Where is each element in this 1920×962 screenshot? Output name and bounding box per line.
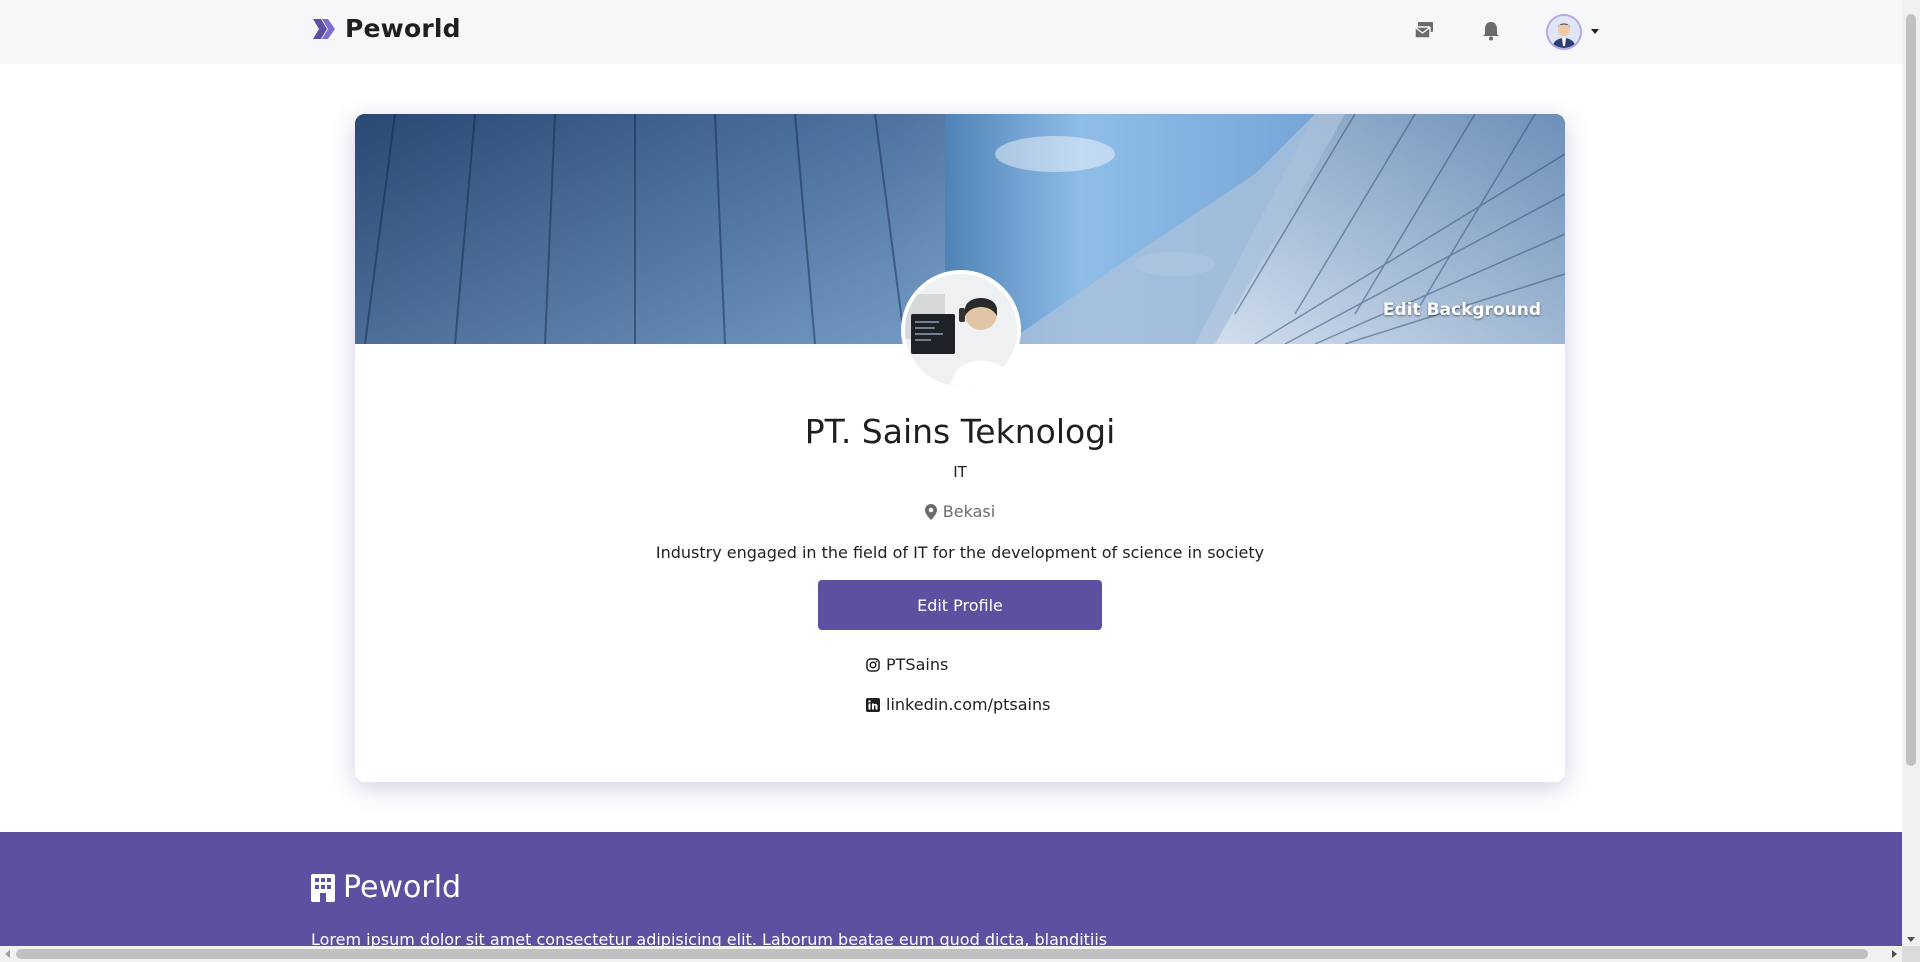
scroll-right-arrow-icon[interactable]: [1892, 950, 1897, 958]
brand-chevrons-icon: [313, 18, 335, 39]
linkedin-url: linkedin.com/ptsains: [886, 695, 1051, 714]
scroll-left-arrow-icon[interactable]: [5, 950, 10, 958]
company-photo-image: [905, 274, 1017, 386]
company-location: Bekasi: [355, 502, 1565, 521]
user-avatar-icon: [1548, 16, 1580, 48]
avatar[interactable]: [1546, 14, 1582, 50]
instagram-handle: PTSains: [886, 655, 949, 674]
edit-background-button[interactable]: Edit Background: [1383, 300, 1541, 320]
company-description: Industry engaged in the field of IT for …: [655, 543, 1265, 562]
footer-brand[interactable]: Peworld: [311, 870, 461, 905]
scrollbar-corner: [1902, 946, 1920, 962]
bell-icon[interactable]: [1478, 18, 1504, 44]
location-text: Bekasi: [942, 502, 996, 521]
company-photo[interactable]: [901, 270, 1021, 390]
footer-description: Lorem ipsum dolor sit amet consectetur a…: [311, 930, 1108, 946]
instagram-icon: [866, 657, 880, 672]
instagram-link[interactable]: PTSains: [866, 655, 948, 674]
vertical-scrollbar-thumb[interactable]: [1906, 14, 1916, 766]
brand-logo[interactable]: Peworld: [311, 14, 461, 43]
brand-name: Peworld: [345, 14, 461, 43]
horizontal-scrollbar-thumb[interactable]: [16, 949, 1868, 959]
horizontal-scrollbar[interactable]: [0, 946, 1902, 962]
mail-icon[interactable]: [1412, 18, 1438, 44]
vertical-scrollbar[interactable]: [1902, 0, 1920, 946]
edit-profile-button[interactable]: Edit Profile: [818, 580, 1102, 630]
navbar: Peworld: [0, 0, 1902, 64]
caret-down-icon[interactable]: [1590, 27, 1600, 35]
profile-card: Edit Background PT. Sains Teknologi IT B…: [355, 114, 1565, 782]
linkedin-icon: [866, 697, 880, 712]
linkedin-link[interactable]: linkedin.com/ptsains: [866, 695, 1050, 714]
footer-brand-name: Peworld: [343, 870, 462, 905]
company-name: PT. Sains Teknologi: [804, 412, 1116, 451]
company-field: IT: [953, 463, 967, 481]
map-pin-icon: [924, 503, 937, 520]
building-icon: [311, 873, 335, 902]
footer: Peworld Lorem ipsum dolor sit amet conse…: [0, 832, 1902, 946]
scroll-down-arrow-icon[interactable]: [1907, 937, 1915, 942]
